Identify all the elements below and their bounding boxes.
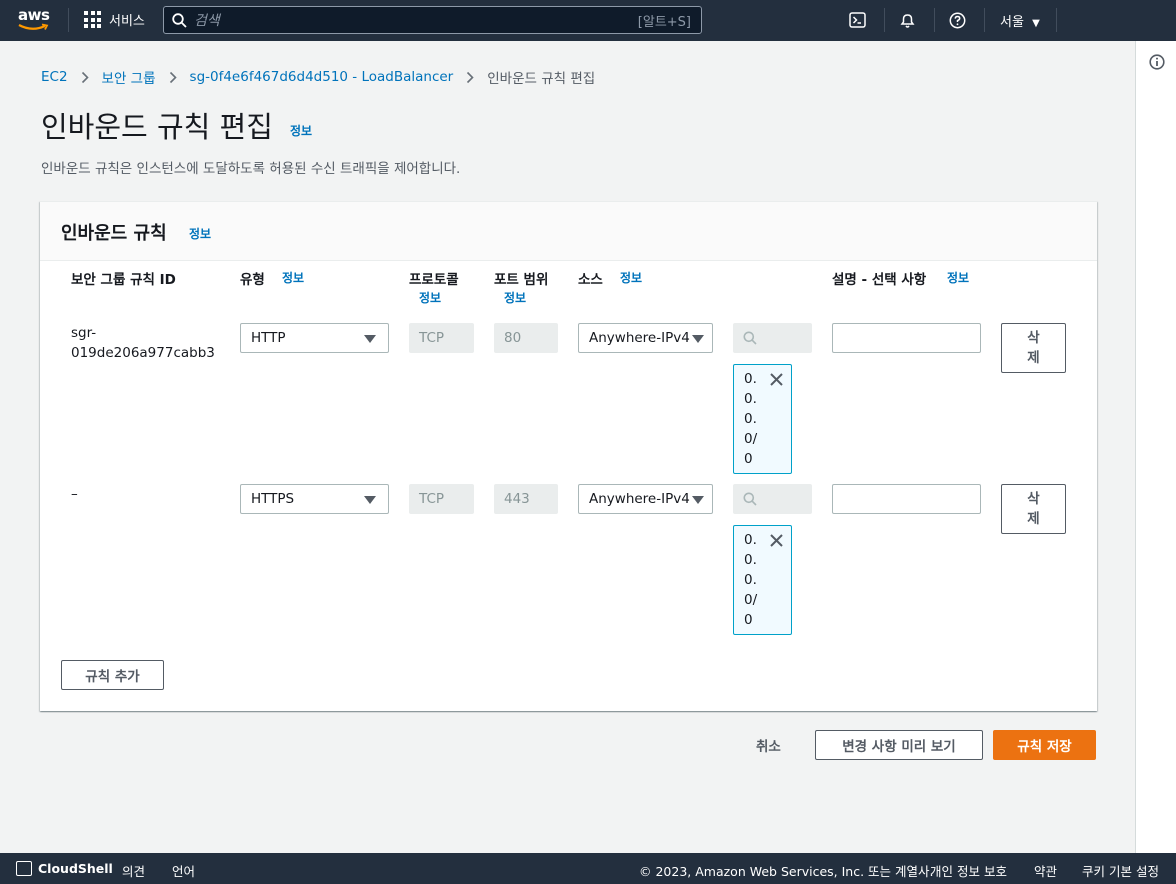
footer-terms-link[interactable]: 약관	[1034, 861, 1057, 880]
rule-id: 019de206a977cabb3	[71, 345, 215, 361]
bell-icon[interactable]	[897, 10, 917, 30]
source-select[interactable]: Anywhere-IPv4	[578, 323, 713, 353]
cidr-search-input[interactable]	[733, 484, 812, 514]
caret-down-icon	[364, 335, 376, 343]
cloudshell-icon[interactable]	[16, 861, 32, 876]
breadcrumb-ec2[interactable]: EC2	[41, 69, 68, 85]
cidr-token: 0.0.0.0/0	[733, 364, 792, 474]
cloudshell-icon[interactable]	[847, 10, 867, 30]
region-selector[interactable]: 서울 ▼	[1000, 11, 1040, 30]
caret-down-icon	[364, 496, 376, 504]
source-select[interactable]: Anywhere-IPv4	[578, 484, 713, 514]
panel-header: 인바운드 규칙 정보	[40, 202, 1097, 261]
footer-cloudshell-link[interactable]: CloudShell	[38, 861, 113, 876]
breadcrumb-current: 인바운드 규칙 편집	[487, 71, 596, 87]
services-label: 서비스	[109, 14, 145, 29]
protocol-field: TCP	[409, 484, 474, 514]
delete-rule-button[interactable]: 삭제	[1001, 484, 1066, 534]
source-value: Anywhere-IPv4	[589, 330, 690, 346]
add-rule-button[interactable]: 규칙 추가	[61, 660, 164, 690]
footer: CloudShell 의견 언어 © 2023, Amazon Web Serv…	[0, 853, 1176, 884]
col-header-port-range: 포트 범위	[494, 272, 549, 288]
help-panel-rail	[1135, 41, 1176, 853]
help-icon[interactable]	[947, 10, 967, 30]
type-select[interactable]: HTTP	[240, 323, 389, 353]
inbound-rules-panel: 인바운드 규칙 정보 보안 그룹 규칙 ID 유형 정보 프로토콜 정보 포트 …	[40, 201, 1097, 711]
rule-id: –	[71, 486, 78, 502]
rule-id: sgr-	[71, 325, 97, 341]
search-bar[interactable]: 검색 [알트+S]	[163, 6, 702, 34]
chevron-right-icon	[169, 71, 177, 84]
search-icon	[743, 331, 757, 345]
nav-divider	[984, 8, 985, 32]
col-header-type: 유형	[240, 272, 265, 288]
info-icon[interactable]	[1149, 54, 1165, 74]
col-header-source: 소스	[578, 272, 603, 288]
aws-smile-icon	[18, 23, 49, 30]
page-info-link[interactable]: 정보	[290, 122, 312, 139]
panel-title: 인바운드 규칙	[61, 223, 167, 244]
cancel-button[interactable]: 취소	[756, 735, 781, 755]
search-shortcut: [알트+S]	[637, 14, 691, 30]
services-menu[interactable]: 서비스	[84, 10, 145, 29]
page-description: 인바운드 규칙은 인스턴스에 도달하도록 허용된 수신 트래픽을 제어합니다.	[41, 161, 461, 177]
col-header-protocol: 프로토콜	[409, 272, 459, 288]
footer-language-link[interactable]: 언어	[172, 861, 195, 880]
nav-divider	[68, 8, 69, 32]
nav-divider	[1056, 8, 1057, 32]
description-input[interactable]	[832, 323, 981, 353]
delete-rule-button[interactable]: 삭제	[1001, 323, 1066, 373]
port-info-link[interactable]: 정보	[504, 289, 526, 306]
type-select[interactable]: HTTPS	[240, 484, 389, 514]
type-value: HTTPS	[251, 491, 295, 507]
region-label: 서울	[1000, 15, 1024, 30]
port-range-field: 80	[494, 323, 558, 353]
chevron-right-icon	[466, 71, 474, 84]
preview-changes-button[interactable]: 변경 사항 미리 보기	[815, 730, 983, 760]
nav-divider	[884, 8, 885, 32]
search-icon	[164, 12, 194, 28]
footer-cookies-link[interactable]: 쿠키 기본 설정	[1082, 861, 1159, 880]
cidr-token: 0.0.0.0/0	[733, 525, 792, 635]
cidr-search-input[interactable]	[733, 323, 812, 353]
protocol-field: TCP	[409, 323, 474, 353]
top-navigation: aws 서비스 검색 [알트+S] 서울 ▼	[0, 0, 1176, 41]
close-icon[interactable]	[770, 532, 783, 551]
breadcrumb: EC2 보안 그룹 sg-0f4e6f467d6d4d510 - LoadBal…	[41, 67, 595, 87]
cidr-token-value: 0.0.0.0/0	[744, 532, 758, 628]
chevron-right-icon	[81, 71, 89, 84]
breadcrumb-security-group[interactable]: sg-0f4e6f467d6d4d510 - LoadBalancer	[190, 69, 454, 85]
type-value: HTTP	[251, 330, 286, 346]
description-input[interactable]	[832, 484, 981, 514]
save-rules-button[interactable]: 규칙 저장	[993, 730, 1096, 760]
col-header-rule-id: 보안 그룹 규칙 ID	[71, 272, 176, 288]
page-title: 인바운드 규칙 편집	[41, 110, 273, 144]
port-range-field: 443	[494, 484, 558, 514]
breadcrumb-security-groups[interactable]: 보안 그룹	[102, 67, 156, 87]
caret-down-icon: ▼	[1032, 18, 1040, 29]
col-header-description: 설명 - 선택 사항	[832, 272, 927, 288]
aws-logo[interactable]: aws	[18, 8, 54, 34]
footer-privacy-link[interactable]: 개인 정보 보호	[930, 861, 1007, 880]
grid-icon	[84, 11, 101, 28]
caret-down-icon	[692, 496, 704, 504]
panel-info-link[interactable]: 정보	[189, 225, 211, 242]
type-info-link[interactable]: 정보	[282, 269, 304, 286]
source-info-link[interactable]: 정보	[620, 269, 642, 286]
nav-divider	[934, 8, 935, 32]
cidr-token-value: 0.0.0.0/0	[744, 371, 758, 467]
footer-copyright: © 2023, Amazon Web Services, Inc. 또는 계열사…	[639, 864, 934, 879]
aws-logo-text: aws	[18, 6, 50, 24]
search-icon	[743, 492, 757, 506]
protocol-info-link[interactable]: 정보	[419, 289, 441, 306]
caret-down-icon	[692, 335, 704, 343]
close-icon[interactable]	[770, 371, 783, 390]
search-input[interactable]: 검색	[194, 10, 638, 30]
description-info-link[interactable]: 정보	[947, 269, 969, 286]
source-value: Anywhere-IPv4	[589, 491, 690, 507]
footer-feedback-link[interactable]: 의견	[122, 861, 145, 880]
